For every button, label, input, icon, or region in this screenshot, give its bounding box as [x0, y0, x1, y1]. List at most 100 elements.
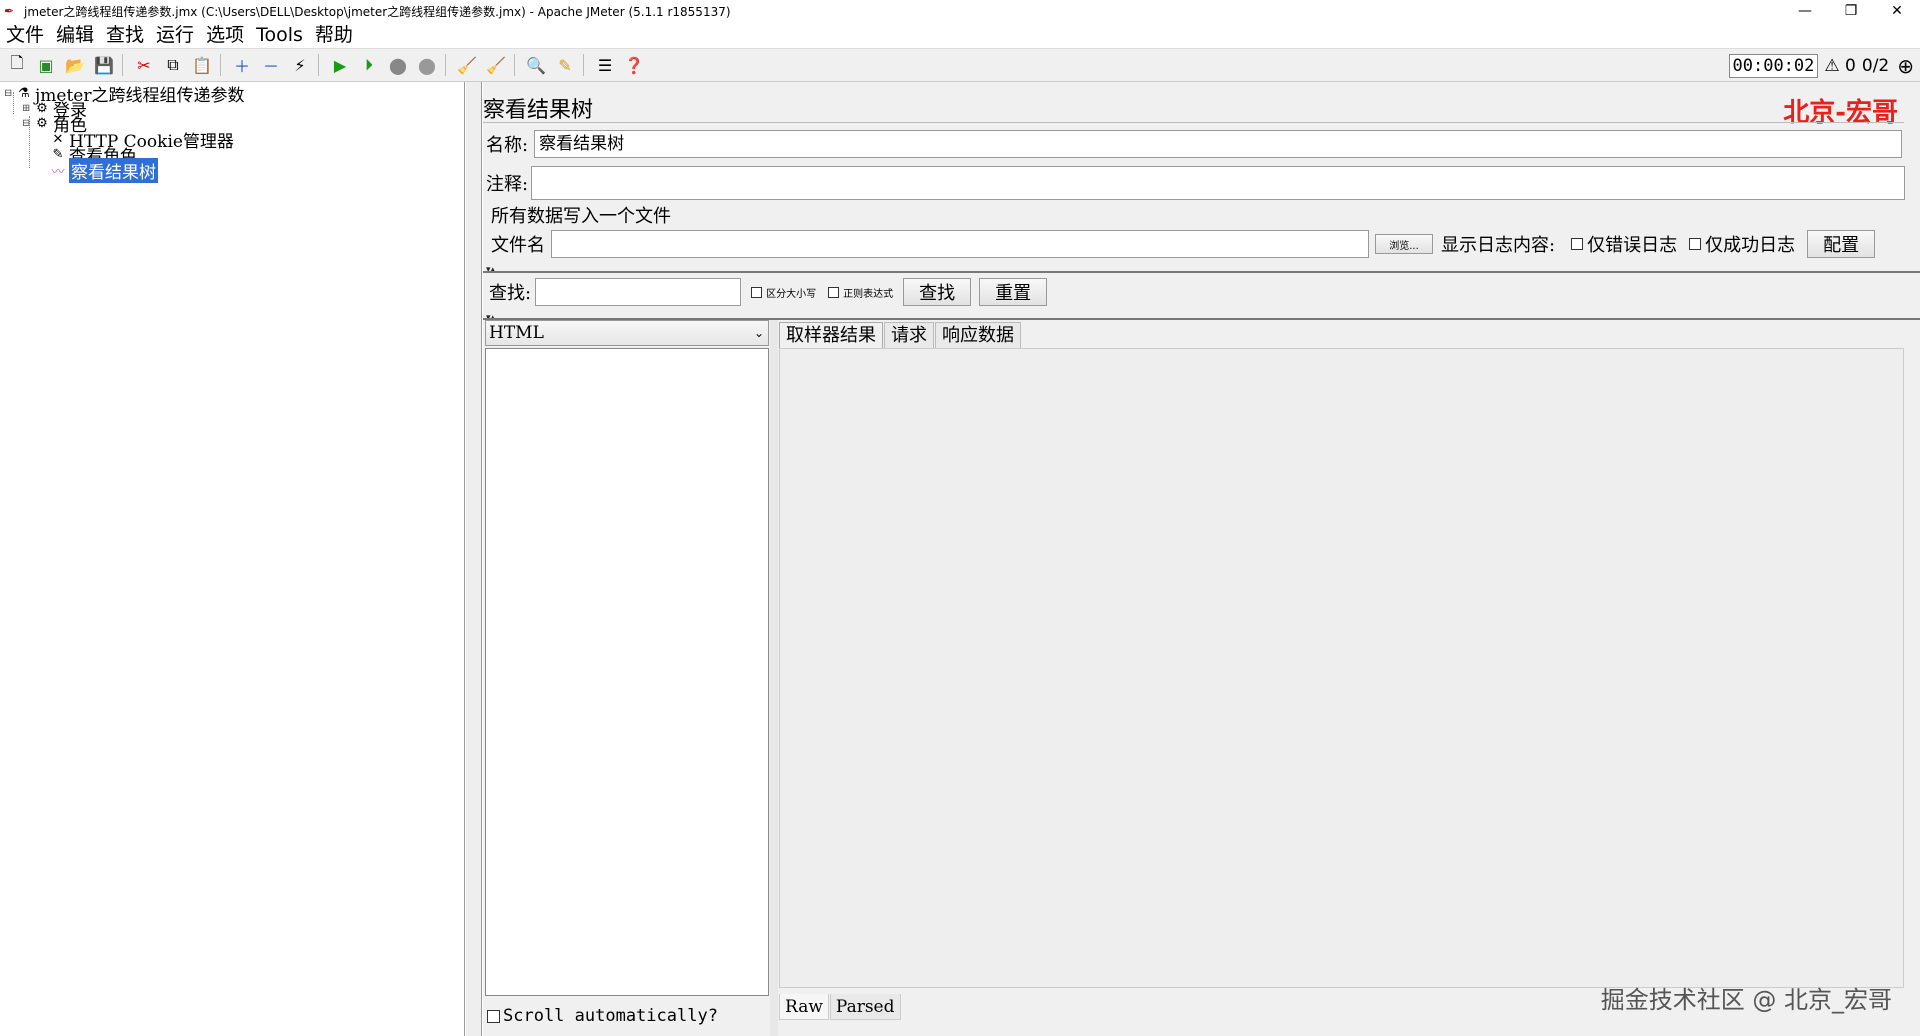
chevron-down-icon[interactable]: ⌄ — [754, 326, 764, 340]
collapse-icon[interactable]: ⊟ — [22, 118, 34, 129]
scroll-automatically-checkbox[interactable]: Scroll automatically? — [487, 1006, 718, 1026]
listener-chart-icon: 〰 — [51, 164, 65, 180]
menu-bar: 文件 编辑 查找 运行 选项 Tools 帮助 — [0, 22, 1920, 48]
reset-button[interactable]: 重置 — [979, 278, 1048, 306]
checkbox-box[interactable] — [1689, 238, 1702, 250]
comment-row: 注释: — [483, 166, 1906, 200]
elapsed-timer: 00:00:02 — [1728, 54, 1819, 78]
close-button[interactable]: ✕ — [1874, 0, 1920, 22]
write-file-group-label: 所有数据写入一个文件 — [491, 206, 671, 227]
renderer-select[interactable]: HTML ⌄ — [485, 320, 769, 346]
warning-count-value: 0 — [1845, 56, 1856, 76]
collapse-arrow-icon[interactable]: ▾▴ — [486, 265, 495, 275]
open-icon[interactable]: 📂 — [63, 53, 87, 77]
menu-file[interactable]: 文件 — [0, 22, 50, 48]
view-results-tree-panel: 察看结果树 北京-宏哥 名称: 察看结果树 注释: 所有数据写入一个文件 文件名… — [483, 82, 1920, 1036]
tab-sampler-result[interactable]: 取样器结果 — [779, 322, 883, 348]
name-input[interactable]: 察看结果树 — [534, 130, 1903, 158]
regex-label: 正则表达式 — [843, 288, 894, 300]
search-icon[interactable]: 🔍 — [524, 53, 548, 77]
save-icon[interactable]: 💾 — [92, 53, 116, 77]
menu-edit[interactable]: 编辑 — [50, 22, 100, 48]
results-splitter[interactable] — [770, 320, 778, 1036]
templates-icon[interactable]: ▣ — [34, 53, 58, 77]
jmeter-feather-icon: ✒ — [4, 4, 15, 18]
tab-raw[interactable]: Raw — [779, 994, 829, 1020]
scroll-automatically-label: Scroll automatically? — [503, 1006, 718, 1026]
collapse-icon[interactable]: － — [259, 53, 283, 77]
main-splitter[interactable] — [466, 82, 482, 1036]
start-no-pause-icon[interactable]: ⏵ — [357, 53, 381, 77]
search-row: 查找: 区分大小写 正则表达式 查找 重置 — [483, 278, 1048, 306]
tab-parsed[interactable]: Parsed — [829, 994, 901, 1020]
start-icon[interactable]: ▶ — [328, 53, 352, 77]
clear-all-icon[interactable]: 🧹 — [484, 53, 508, 77]
menu-options[interactable]: 选项 — [200, 22, 250, 48]
menu-search[interactable]: 查找 — [100, 22, 150, 48]
menu-run[interactable]: 运行 — [150, 22, 200, 48]
search-input[interactable] — [535, 278, 742, 306]
tab-response-data[interactable]: 响应数据 — [935, 322, 1021, 348]
filename-input[interactable] — [551, 230, 1369, 258]
new-icon[interactable]: 🗋 — [5, 53, 29, 77]
function-helper-icon[interactable]: ☰ — [593, 53, 617, 77]
case-sensitive-label: 区分大小写 — [766, 288, 817, 300]
panel-title: 察看结果树 — [483, 98, 594, 123]
restore-button[interactable]: ❐ — [1828, 0, 1874, 22]
search-label: 查找: — [489, 283, 532, 304]
filename-label: 文件名 — [491, 235, 545, 256]
warning-icon: ⚠ — [1824, 56, 1840, 76]
view-mode-tabs: Raw Parsed — [779, 994, 902, 1020]
sampler-pencil-icon: ✎ — [52, 146, 64, 162]
name-row: 名称: 察看结果树 — [483, 130, 1903, 158]
window-title: jmeter之跨线程组传递参数.jmx (C:\Users\DELL\Deskt… — [24, 4, 731, 19]
errors-only-checkbox[interactable]: 仅错误日志 — [1571, 231, 1677, 257]
menu-help[interactable]: 帮助 — [309, 22, 359, 48]
paste-icon[interactable]: 📋 — [190, 53, 214, 77]
clear-icon[interactable]: 🧹 — [455, 53, 479, 77]
success-only-checkbox[interactable]: 仅成功日志 — [1689, 231, 1795, 257]
search-button[interactable]: 查找 — [903, 278, 972, 306]
tab-request[interactable]: 请求 — [884, 322, 934, 348]
result-tabs: 取样器结果 请求 响应数据 — [779, 322, 1022, 348]
thread-group-gear-icon: ⚙ — [36, 115, 48, 131]
result-detail-area — [779, 348, 1904, 988]
status-area: 00:00:02 ⚠ 0 0/2 ⊕ — [1728, 53, 1914, 79]
reset-search-icon[interactable]: ✎ — [553, 53, 577, 77]
help-icon[interactable]: ❓ — [622, 53, 646, 77]
tree-item-view-results-tree[interactable]: 〰 察看结果树 — [50, 157, 158, 183]
browse-button[interactable]: 浏览... — [1375, 234, 1433, 254]
window-controls: — ❐ ✕ — [1782, 0, 1920, 22]
tree-item-label: 察看结果树 — [69, 157, 158, 183]
expand-icon[interactable]: ＋ — [230, 53, 254, 77]
collapse-icon[interactable]: ⊟ — [4, 88, 16, 99]
comment-input[interactable] — [531, 166, 1906, 200]
copy-icon[interactable]: ⧉ — [161, 53, 185, 77]
checkbox-box[interactable] — [751, 286, 763, 298]
toolbar: 🗋 ▣ 📂 💾 ✂ ⧉ 📋 ＋ － ⚡ ▶ ⏵ ⬤ ⬤ 🧹 🧹 🔍 ✎ ☰ ❓ … — [0, 48, 1920, 82]
stop-icon[interactable]: ⬤ — [386, 53, 410, 77]
toggle-icon[interactable]: ⚡ — [288, 53, 312, 77]
checkbox-box[interactable] — [1571, 238, 1584, 250]
title-bar: ✒ jmeter之跨线程组传递参数.jmx (C:\Users\DELL\Des… — [0, 0, 1920, 22]
errors-only-label: 仅错误日志 — [1587, 235, 1678, 256]
checkbox-box[interactable] — [487, 1009, 500, 1023]
minimize-button[interactable]: — — [1782, 0, 1828, 22]
brand-label: 北京-宏哥 — [1783, 98, 1898, 128]
watermark: 掘金技术社区 @ 北京_宏哥 — [1600, 986, 1892, 1014]
remote-globe-icon[interactable]: ⊕ — [1897, 54, 1914, 78]
active-threads: 0/2 — [1861, 56, 1890, 76]
test-plan-tree: ⊟ ⚗ jmeter之跨线程组传递参数 ⊞ ⚙ 登录 ⊟ ⚙ 角色 ✕ HTTP… — [0, 82, 465, 1036]
name-label: 名称: — [486, 135, 529, 156]
regex-checkbox[interactable]: 正则表达式 — [828, 285, 893, 300]
expand-icon[interactable]: ⊞ — [22, 103, 34, 114]
case-sensitive-checkbox[interactable]: 区分大小写 — [751, 285, 816, 300]
renderer-value: HTML — [489, 323, 544, 343]
cut-icon[interactable]: ✂ — [132, 53, 156, 77]
comment-label: 注释: — [486, 174, 529, 195]
shutdown-icon[interactable]: ⬤ — [415, 53, 439, 77]
configure-button[interactable]: 配置 — [1807, 230, 1876, 258]
sample-result-list[interactable] — [485, 348, 769, 996]
menu-tools[interactable]: Tools — [250, 22, 309, 48]
checkbox-box[interactable] — [828, 286, 840, 298]
